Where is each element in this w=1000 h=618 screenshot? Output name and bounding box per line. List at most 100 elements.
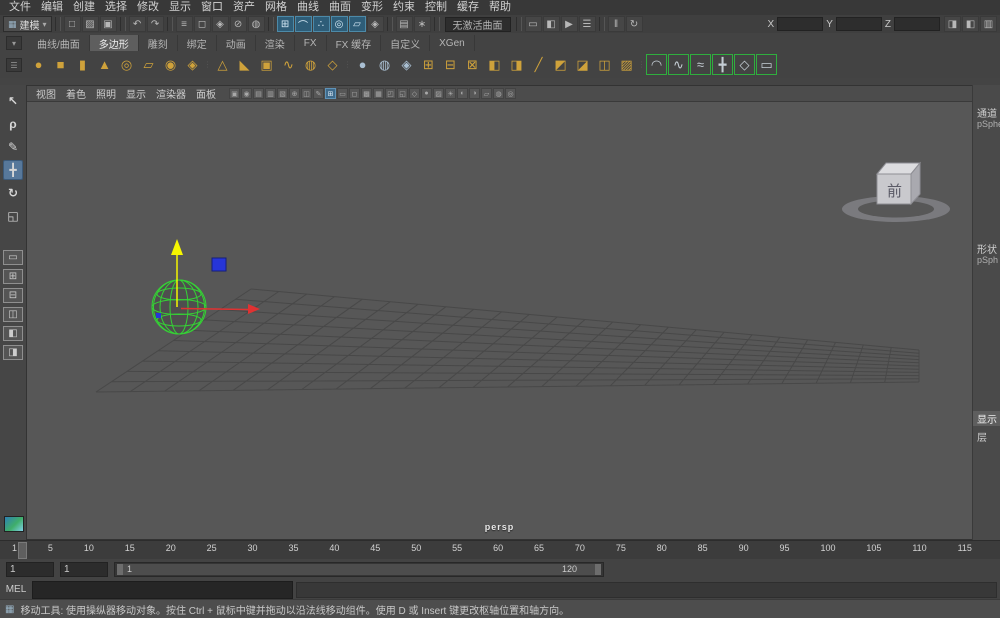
overscan-icon[interactable]: ◫: [301, 88, 312, 99]
z-axis-handle[interactable]: [211, 257, 227, 272]
quad-draw-icon[interactable]: ▨: [616, 54, 637, 75]
bookmarks-icon[interactable]: ▥: [265, 88, 276, 99]
image-plane-icon[interactable]: ▧: [277, 88, 288, 99]
display-tab[interactable]: 显示: [973, 411, 1000, 426]
grid-toggle-icon[interactable]: ⊞: [325, 88, 336, 99]
menu-item[interactable]: 选择: [100, 0, 132, 15]
poly-torus-icon[interactable]: ◎: [116, 54, 137, 75]
poly-cube-icon[interactable]: ■: [50, 54, 71, 75]
shelf-tab-rendering[interactable]: 渲染: [256, 35, 295, 51]
poly-cylinder-icon[interactable]: ▮: [72, 54, 93, 75]
animation-start-field[interactable]: [6, 562, 54, 577]
panel-menu-item[interactable]: 渲染器: [151, 86, 191, 101]
film-gate-icon[interactable]: ▭: [337, 88, 348, 99]
crease-tool-icon[interactable]: ◈: [396, 54, 417, 75]
super-ellipse-icon[interactable]: ◇: [322, 54, 343, 75]
select-component-icon[interactable]: ◈: [211, 16, 229, 32]
poly-platonic-icon[interactable]: ◈: [182, 54, 203, 75]
menu-item[interactable]: 窗口: [196, 0, 228, 15]
shelf-tab-sculpt[interactable]: 雕刻: [139, 35, 178, 51]
menu-item[interactable]: 编辑: [36, 0, 68, 15]
range-slider[interactable]: 1 120: [114, 562, 604, 577]
x-axis-handle[interactable]: [180, 307, 249, 311]
view-cube-gizmo[interactable]: 前: [842, 161, 950, 222]
time-slider[interactable]: 1 5 10 15 20 25 30 35 40 45 50 55 60 65 70 75 80 85 90 95 10…: [0, 540, 1000, 561]
resolution-gate-icon[interactable]: ◻: [349, 88, 360, 99]
attribute-editor-toggle-icon[interactable]: ◨: [944, 16, 961, 32]
menu-item[interactable]: 曲面: [324, 0, 356, 15]
wireframe-icon[interactable]: ◇: [409, 88, 420, 99]
pause-display-icon[interactable]: ‖: [607, 16, 625, 32]
layout-four-pane-icon[interactable]: ⊞: [3, 269, 23, 284]
relax-brush-icon[interactable]: ≈: [690, 54, 711, 75]
separate-icon[interactable]: ⊟: [440, 54, 461, 75]
select-camera-icon[interactable]: ▣: [229, 88, 240, 99]
undo-icon[interactable]: ↶: [128, 16, 146, 32]
construction-history-icon[interactable]: ∗: [413, 16, 431, 32]
shelf-tab-fx[interactable]: FX: [295, 35, 327, 51]
paint-select-tool-icon[interactable]: ✎: [3, 137, 23, 157]
menu-item[interactable]: 显示: [164, 0, 196, 15]
playback-start-field[interactable]: [60, 562, 108, 577]
poly-soccer-ball-icon[interactable]: ◍: [300, 54, 321, 75]
poly-sphere-icon[interactable]: ●: [28, 54, 49, 75]
menu-item[interactable]: 变形: [356, 0, 388, 15]
select-object-icon[interactable]: ◻: [193, 16, 211, 32]
y-axis-arrowhead[interactable]: [171, 239, 183, 255]
render-frame-icon[interactable]: ▭: [524, 16, 542, 32]
subdiv-proxy-icon[interactable]: ◍: [374, 54, 395, 75]
item[interactable]: ⋮: [638, 54, 646, 75]
layers-menu[interactable]: 层: [977, 429, 987, 444]
poly-cone-icon[interactable]: ▲: [94, 54, 115, 75]
shelf-tab-curves-surfaces[interactable]: 曲线/曲面: [28, 35, 90, 51]
menu-item[interactable]: 帮助: [484, 0, 516, 15]
gate-mask-icon[interactable]: ▩: [361, 88, 372, 99]
shelf-tab-fx-caching[interactable]: FX 缓存: [327, 35, 382, 51]
shelf-tab-menu-icon[interactable]: ▾: [6, 36, 22, 50]
save-scene-icon[interactable]: ▣: [99, 16, 117, 32]
menu-item[interactable]: 创建: [68, 0, 100, 15]
grab-brush-icon[interactable]: ╋: [712, 54, 733, 75]
smooth-shade-icon[interactable]: ●: [421, 88, 432, 99]
range-end-grip[interactable]: [595, 564, 601, 575]
snap-to-view-plane-icon[interactable]: ▱: [348, 16, 366, 32]
layout-two-pane-side-icon[interactable]: ◫: [3, 307, 23, 322]
open-scene-icon[interactable]: ▨: [81, 16, 99, 32]
anti-alias-icon[interactable]: ▱: [481, 88, 492, 99]
menu-set-selector[interactable]: ▦ 建模 ▾: [3, 16, 52, 32]
tool-settings-toggle-icon[interactable]: ◧: [962, 16, 979, 32]
channels-menu[interactable]: 通道: [977, 105, 997, 120]
y-coordinate-field[interactable]: [835, 17, 882, 31]
menu-item[interactable]: 网格: [260, 0, 292, 15]
make-live-icon[interactable]: ◈: [366, 16, 384, 32]
shelf-tab-rigging[interactable]: 绑定: [178, 35, 217, 51]
item[interactable]: ⋮: [344, 54, 352, 75]
select-tool-icon[interactable]: ↖: [3, 91, 23, 111]
poly-disc-icon[interactable]: ◉: [160, 54, 181, 75]
item[interactable]: ⋮: [204, 54, 212, 75]
bevel-icon[interactable]: ◪: [572, 54, 593, 75]
lock-camera-icon[interactable]: ◉: [241, 88, 252, 99]
new-scene-icon[interactable]: □: [63, 16, 81, 32]
snap-to-curve-icon[interactable]: ⌒: [294, 16, 312, 32]
menu-item[interactable]: 缓存: [452, 0, 484, 15]
poly-prism-icon[interactable]: ◣: [234, 54, 255, 75]
bridge-icon[interactable]: ◫: [594, 54, 615, 75]
smooth-brush-icon[interactable]: ∿: [668, 54, 689, 75]
poly-sphere-object[interactable]: [151, 279, 207, 335]
x-coordinate-field[interactable]: [777, 17, 824, 31]
shadows-icon[interactable]: ◐: [457, 88, 468, 99]
lights-icon[interactable]: ☀: [445, 88, 456, 99]
textured-icon[interactable]: ▨: [433, 88, 444, 99]
layout-outliner-persp-icon[interactable]: ◨: [3, 345, 23, 360]
boolean-union-icon[interactable]: ◧: [484, 54, 505, 75]
xray-icon[interactable]: ◍: [493, 88, 504, 99]
poly-pyramid-icon[interactable]: △: [212, 54, 233, 75]
shelf-tab-xgen[interactable]: XGen: [430, 35, 475, 51]
refresh-icon[interactable]: ↻: [625, 16, 643, 32]
channel-box-toggle-icon[interactable]: ▥: [980, 16, 997, 32]
shelf-tab-polygons[interactable]: 多边形: [89, 35, 139, 51]
input-operations-icon[interactable]: ▤: [395, 16, 413, 32]
safe-action-icon[interactable]: ◰: [385, 88, 396, 99]
render-settings-icon[interactable]: ☰: [578, 16, 596, 32]
